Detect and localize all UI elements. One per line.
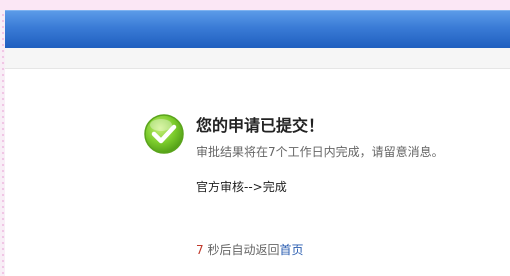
- countdown-seconds: 7: [196, 243, 204, 257]
- header-bar: [5, 10, 510, 48]
- approval-note: 审批结果将在7个工作日内完成，请留意消息。: [196, 145, 444, 159]
- countdown-text: 秒后自动返回: [207, 243, 280, 257]
- content-panel: 您的申请已提交！ 审批结果将在7个工作日内完成，请留意消息。 官方审核-->完成…: [5, 48, 510, 276]
- submission-title: 您的申请已提交！: [196, 116, 325, 135]
- home-link[interactable]: 首页: [279, 243, 303, 257]
- redirect-countdown: 7 秒后自动返回首页: [196, 241, 304, 258]
- top-strip: [0, 0, 510, 10]
- check-circle-icon: [144, 114, 184, 154]
- review-progress: 官方审核-->完成: [196, 180, 287, 194]
- panel-stripe: [5, 48, 510, 69]
